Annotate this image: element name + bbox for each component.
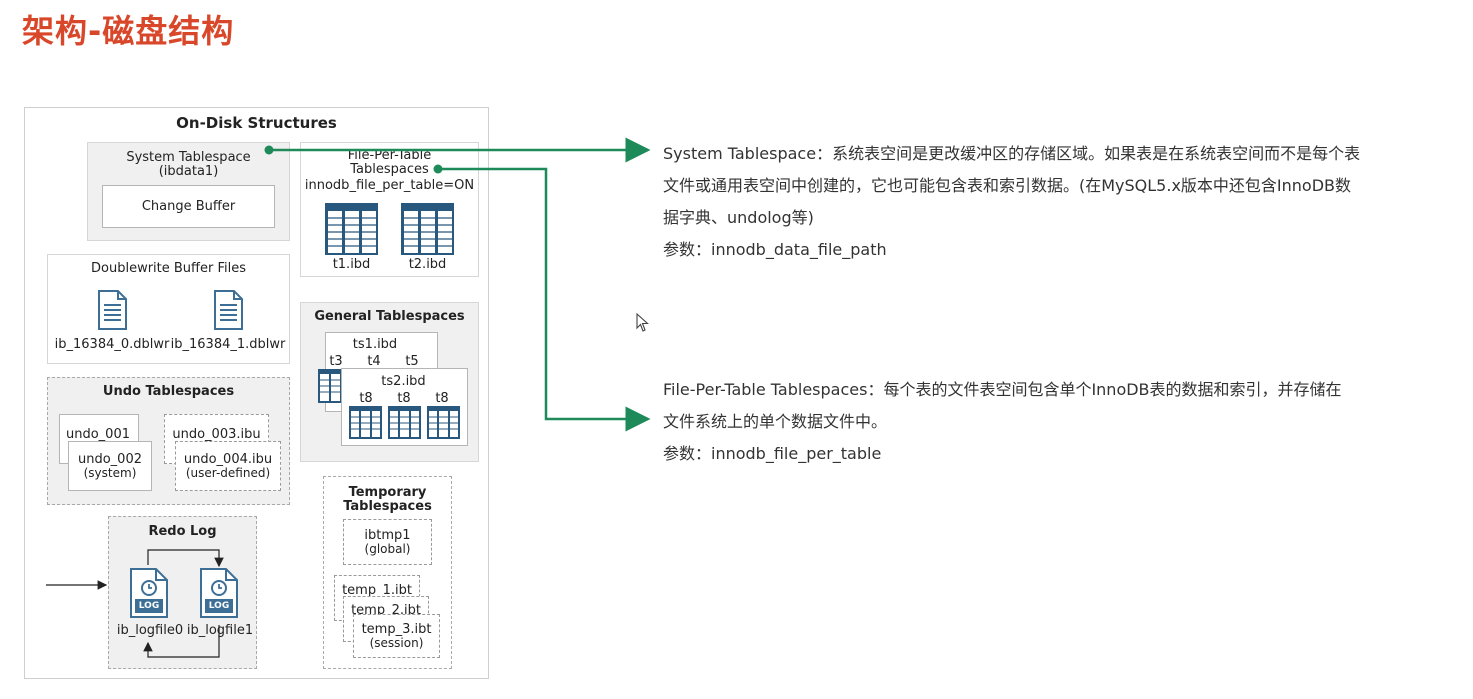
- ts1-t4-label: t4: [367, 354, 381, 369]
- mouse-cursor-icon: [636, 313, 649, 332]
- file-per-table-setting: innodb_file_per_table=ON: [304, 178, 475, 193]
- fpt-desc-line1: File-Per-Table Tablespaces：每个表的文件表空间包含单个…: [663, 380, 1342, 399]
- undo-002-note: (system): [83, 466, 137, 480]
- ts2-t8c-label: t8: [435, 391, 449, 406]
- redo-log-title: Redo Log: [148, 524, 217, 539]
- ts2-label: ts2.ibd: [381, 374, 426, 389]
- dblwr1-file-icon: [214, 290, 243, 330]
- undo-003-label: undo_003.ibu: [172, 427, 261, 442]
- ts1-t5-label: t5: [405, 354, 419, 369]
- temp3-note: (session): [369, 636, 424, 650]
- ibtmp1-note: (global): [364, 542, 411, 556]
- ib-logfile1-label: ib_logfile1: [186, 623, 254, 638]
- undo-001-label: undo_001: [66, 427, 130, 442]
- undo-004-label: undo_004.ibu: [183, 452, 273, 467]
- undo-002-label: undo_002: [78, 452, 142, 467]
- ib-logfile1-badge: LOG: [208, 601, 230, 611]
- undo-tablespaces-title: Undo Tablespaces: [102, 384, 235, 399]
- green-connectors: [264, 137, 651, 432]
- ts2-t8a-label: t8: [359, 391, 373, 406]
- ts2-t8c-table-icon: [427, 406, 460, 439]
- page-title: 架构-磁盘结构: [22, 12, 235, 50]
- ts2-t8a-table-icon: [349, 406, 382, 439]
- t2-ibd-label: t2.ibd: [408, 257, 447, 272]
- dblwr0-file-icon: [98, 290, 127, 330]
- system-tablespace-title: System Tablespace: [126, 150, 251, 165]
- dblwr0-label: ib_16384_0.dblwr: [54, 337, 170, 352]
- system-desc-line2: 文件或通用表空间中创建的，它也可能包含表和索引数据。(在MySQL5.x版本中还…: [663, 176, 1352, 195]
- ts1-label: ts1.ibd: [352, 337, 398, 352]
- fpt-desc-line2: 文件系统上的单个数据文件中。: [663, 412, 888, 431]
- system-tablespace-file: (ibdata1): [158, 164, 219, 179]
- system-desc-line1: System Tablespace：系统表空间是更改缓冲区的存储区域。如果表是在…: [663, 144, 1361, 163]
- change-buffer-label: Change Buffer: [141, 199, 236, 214]
- t1-ibd-label: t1.ibd: [332, 257, 371, 272]
- t2-table-icon: [401, 203, 454, 255]
- ib-logfile0-label: ib_logfile0: [116, 623, 184, 638]
- ts2-t8b-label: t8: [397, 391, 411, 406]
- ts1-t3-label: t3: [329, 354, 343, 369]
- dblwr1-label: ib_16384_1.dblwr: [170, 337, 286, 352]
- ibtmp1-label: ibtmp1: [364, 528, 411, 543]
- temporary-tablespaces-title-line2: Tablespaces: [343, 499, 432, 514]
- temporary-tablespaces-title: Temporary: [348, 485, 427, 500]
- system-desc-param: 参数：innodb_data_file_path: [663, 240, 887, 259]
- file-per-table-description: File-Per-Table Tablespaces：每个表的文件表空间包含单个…: [663, 374, 1453, 470]
- system-tablespace-description: System Tablespace：系统表空间是更改缓冲区的存储区域。如果表是在…: [663, 138, 1453, 266]
- undo-004-note: (user-defined): [185, 466, 271, 480]
- doublewrite-title: Doublewrite Buffer Files: [91, 261, 246, 276]
- system-desc-line3: 据字典、undolog等): [663, 208, 814, 227]
- ts2-t8b-table-icon: [388, 406, 421, 439]
- temp3-label: temp_3.ibt: [361, 622, 432, 637]
- ib-logfile0-badge: LOG: [138, 601, 160, 611]
- t1-table-icon: [325, 203, 378, 255]
- fpt-desc-param: 参数：innodb_file_per_table: [663, 444, 882, 463]
- ts1-t3-table-icon: [318, 369, 342, 403]
- general-tablespaces-title: General Tablespaces: [314, 309, 465, 324]
- diagram-title: On-Disk Structures: [176, 114, 337, 132]
